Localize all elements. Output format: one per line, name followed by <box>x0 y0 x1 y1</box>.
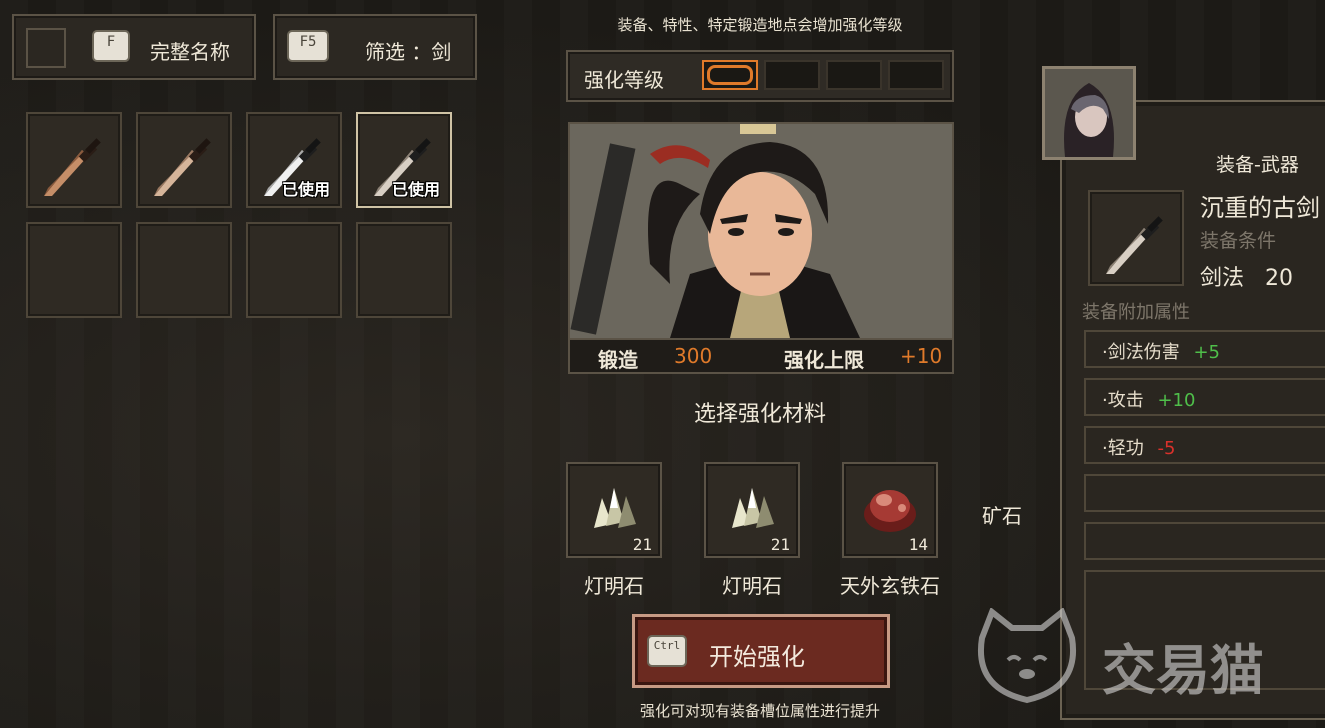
inventory-slot-6[interactable] <box>136 222 232 318</box>
skill-value: 20 <box>1265 266 1294 291</box>
inventory-slot-1[interactable] <box>26 112 122 208</box>
name-toggle-button[interactable]: F 完整名称 <box>12 14 256 80</box>
start-enhance-label: 开始强化 <box>709 643 805 671</box>
material-name: 灯明石 <box>584 574 644 598</box>
attribute-value: +5 <box>1193 342 1221 363</box>
start-enhance-button[interactable]: Ctrl 开始强化 <box>632 614 890 688</box>
owner-avatar[interactable] <box>1042 66 1136 160</box>
dagger-icon <box>44 138 101 196</box>
inventory-slot-8[interactable] <box>356 222 452 318</box>
ore-category-label: 矿石 <box>982 504 1022 528</box>
full-name-label: 完整名称 <box>150 40 230 64</box>
enhance-level-label: 强化等级 <box>584 68 664 92</box>
level-pip-empty <box>764 60 820 90</box>
level-pip-empty <box>826 60 882 90</box>
forge-label: 锻造 <box>598 348 638 372</box>
filter-button[interactable]: F5 筛选 ：剑 <box>273 14 477 80</box>
toggle-checkbox[interactable] <box>26 28 66 68</box>
key-f5-icon: F5 <box>287 30 329 62</box>
forge-stats-bar: 锻造 300 强化上限 +10 <box>570 338 952 372</box>
forge-value: 300 <box>674 344 713 368</box>
watermark-text: 交易猫 <box>1102 639 1264 702</box>
material-count: 21 <box>770 535 790 554</box>
material-slot-1[interactable]: 21 <box>566 462 662 558</box>
attribute-row: ·攻击 +10 <box>1084 378 1325 416</box>
attribute-name: ·攻击 <box>1102 390 1144 411</box>
inventory-slot-5[interactable] <box>26 222 122 318</box>
attribute-value: +10 <box>1157 390 1196 411</box>
attribute-value: -5 <box>1157 438 1176 459</box>
attribute-name: ·轻功 <box>1102 438 1144 459</box>
attribute-row: ·剑法伤害 +5 <box>1084 330 1325 368</box>
dagger-icon <box>154 138 211 196</box>
skill-requirement: 剑法 20 <box>1200 260 1293 292</box>
watermark: 交易猫 <box>972 608 1322 708</box>
top-hint-text: 装备、特性、特定锻造地点会增加强化等级 <box>617 16 903 34</box>
inventory-slot-2[interactable] <box>136 112 232 208</box>
attribute-row-empty <box>1084 474 1325 512</box>
bottom-hint-text: 强化可对现有装备槽位属性进行提升 <box>639 702 880 720</box>
equipment-name: 沉重的古剑 <box>1200 194 1320 222</box>
material-slot-3[interactable]: 14 <box>842 462 938 558</box>
attributes-label: 装备附加属性 <box>1082 302 1190 323</box>
avatar-portrait <box>1045 69 1133 157</box>
filter-label: 筛选 ：剑 <box>365 40 452 64</box>
crystal-icon <box>732 488 774 528</box>
level-pip-filled <box>702 60 758 90</box>
crystal-icon <box>594 488 636 528</box>
inventory-slot-4[interactable]: 已使用 <box>356 112 452 208</box>
enhance-limit-value: +10 <box>900 344 943 368</box>
cat-logo-icon <box>978 608 1076 704</box>
sword-icon <box>1106 216 1163 274</box>
inventory-slot-3[interactable]: 已使用 <box>246 112 342 208</box>
material-slot-2[interactable]: 21 <box>704 462 800 558</box>
key-f-icon: F <box>92 30 130 62</box>
character-art <box>570 124 952 338</box>
requirement-label: 装备条件 <box>1200 230 1277 252</box>
inventory-slot-7[interactable] <box>246 222 342 318</box>
select-material-title: 选择强化材料 <box>693 402 826 427</box>
material-name: 天外玄铁石 <box>840 574 940 598</box>
attribute-row: ·轻功 -5 <box>1084 426 1325 464</box>
material-count: 21 <box>632 535 652 554</box>
level-pip-empty <box>888 60 944 90</box>
equipment-preview-slot <box>1088 190 1184 286</box>
material-count: 14 <box>908 535 928 554</box>
enhance-limit-label: 强化上限 <box>784 348 864 372</box>
attribute-row-empty <box>1084 522 1325 560</box>
used-badge: 已使用 <box>391 180 440 199</box>
skill-name: 剑法 <box>1200 266 1245 291</box>
equipment-category: 装备-武器 <box>1216 154 1299 176</box>
character-portrait: 锻造 300 强化上限 +10 <box>568 122 954 374</box>
material-name: 灯明石 <box>722 574 782 598</box>
key-ctrl-icon: Ctrl <box>647 635 687 667</box>
attribute-name: ·剑法伤害 <box>1102 342 1180 363</box>
red-ore-icon <box>864 490 916 532</box>
used-badge: 已使用 <box>281 180 330 199</box>
